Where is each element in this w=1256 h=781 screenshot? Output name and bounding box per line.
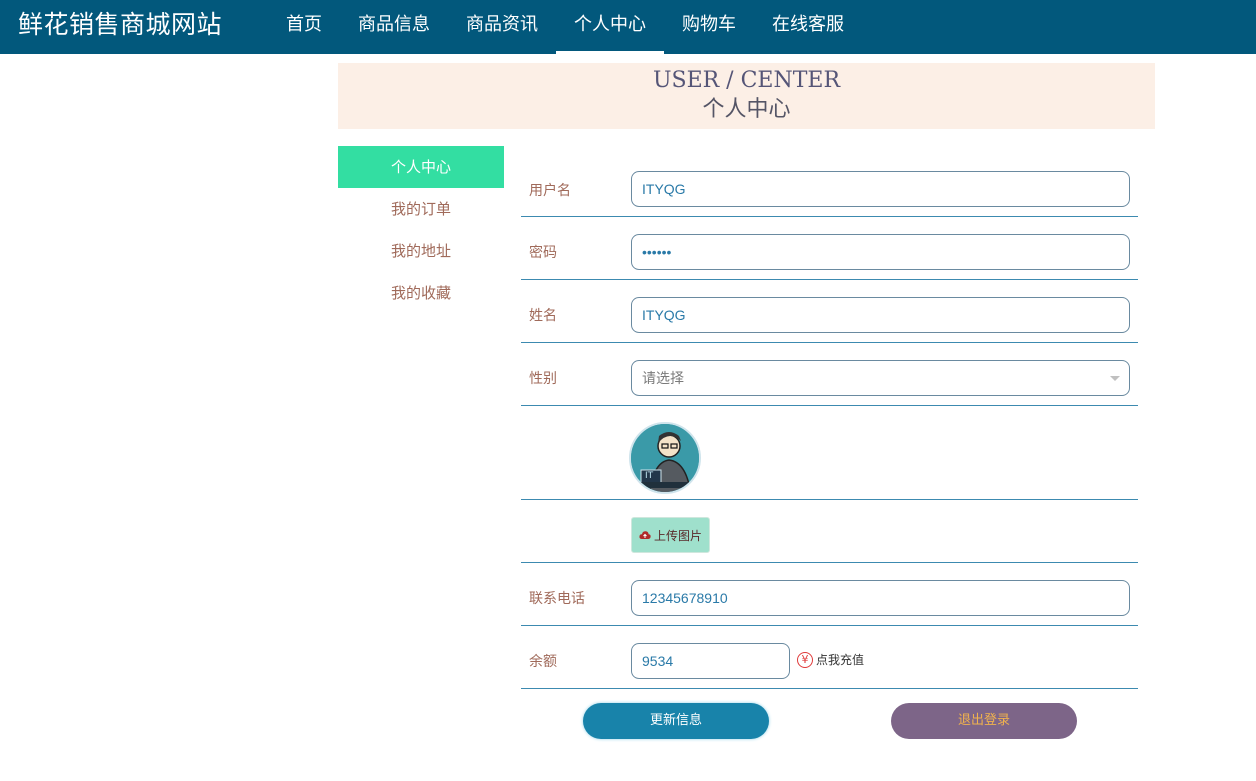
form-row-username: 用户名 ITYQG [521, 154, 1138, 217]
phone-input[interactable]: 12345678910 [631, 580, 1130, 616]
banner-title-cn: 个人中心 [702, 97, 791, 122]
username-label: 用户名 [529, 183, 571, 199]
cloud-upload-icon [639, 531, 651, 539]
sidebar-item-favorites[interactable]: 我的收藏 [338, 272, 504, 314]
nav-home[interactable]: 首页 [268, 0, 340, 54]
page-banner: USER / CENTER 个人中心 [338, 63, 1155, 129]
balance-label: 余额 [529, 654, 557, 670]
sidebar-item-user-center[interactable]: 个人中心 [338, 146, 504, 188]
svg-text:IT: IT [645, 471, 654, 481]
sidebar-item-orders[interactable]: 我的订单 [338, 188, 504, 230]
recharge-link[interactable]: ¥ 点我充值 [797, 651, 864, 668]
nav-user-center[interactable]: 个人中心 [556, 0, 664, 54]
form-row-gender: 性别 请选择 [521, 343, 1138, 406]
recharge-label: 点我充值 [816, 653, 865, 667]
form-row-balance: 余额 9534 ¥ 点我充值 [521, 626, 1138, 689]
avatar[interactable]: IT [629, 422, 701, 494]
form-row-upload: 上传图片 [521, 500, 1138, 563]
profile-form: 用户名 ITYQG 密码 •••••• 姓名 ITYQG 性别 请选择 IT 上… [521, 154, 1138, 689]
gender-select[interactable]: 请选择 [631, 360, 1130, 396]
password-label: 密码 [529, 245, 557, 261]
name-input[interactable]: ITYQG [631, 297, 1130, 333]
sidebar-item-addresses[interactable]: 我的地址 [338, 230, 504, 272]
nav-customer-service[interactable]: 在线客服 [754, 0, 862, 54]
nav-cart[interactable]: 购物车 [664, 0, 754, 54]
name-label: 姓名 [529, 308, 557, 324]
nav-products[interactable]: 商品信息 [340, 0, 448, 54]
password-input[interactable]: •••••• [631, 234, 1130, 270]
user-sidebar: 个人中心 我的订单 我的地址 我的收藏 [338, 146, 504, 314]
nav-news[interactable]: 商品资讯 [448, 0, 556, 54]
banner-title-en: USER / CENTER [652, 68, 841, 93]
balance-input[interactable]: 9534 [631, 643, 790, 679]
upload-button-label: 上传图片 [653, 528, 702, 543]
form-row-phone: 联系电话 12345678910 [521, 563, 1138, 626]
chevron-down-icon [1110, 376, 1120, 381]
yen-icon: ¥ [797, 651, 813, 668]
main-nav: 首页 商品信息 商品资讯 个人中心 购物车 在线客服 [268, 0, 862, 54]
form-row-password: 密码 •••••• [521, 217, 1138, 280]
logout-button[interactable]: 退出登录 [891, 703, 1077, 739]
upload-image-button[interactable]: 上传图片 [631, 517, 710, 553]
site-brand[interactable]: 鲜花销售商城网站 [18, 9, 222, 41]
top-navbar: 鲜花销售商城网站 首页 商品信息 商品资讯 个人中心 购物车 在线客服 [0, 0, 1256, 54]
phone-label: 联系电话 [529, 591, 585, 607]
gender-placeholder: 请选择 [642, 370, 684, 386]
username-input[interactable]: ITYQG [631, 171, 1130, 207]
avatar-illustration-icon: IT [631, 424, 699, 492]
update-info-button[interactable]: 更新信息 [583, 703, 769, 739]
form-row-avatar: IT [521, 406, 1138, 500]
form-row-name: 姓名 ITYQG [521, 280, 1138, 343]
gender-label: 性别 [529, 371, 557, 387]
